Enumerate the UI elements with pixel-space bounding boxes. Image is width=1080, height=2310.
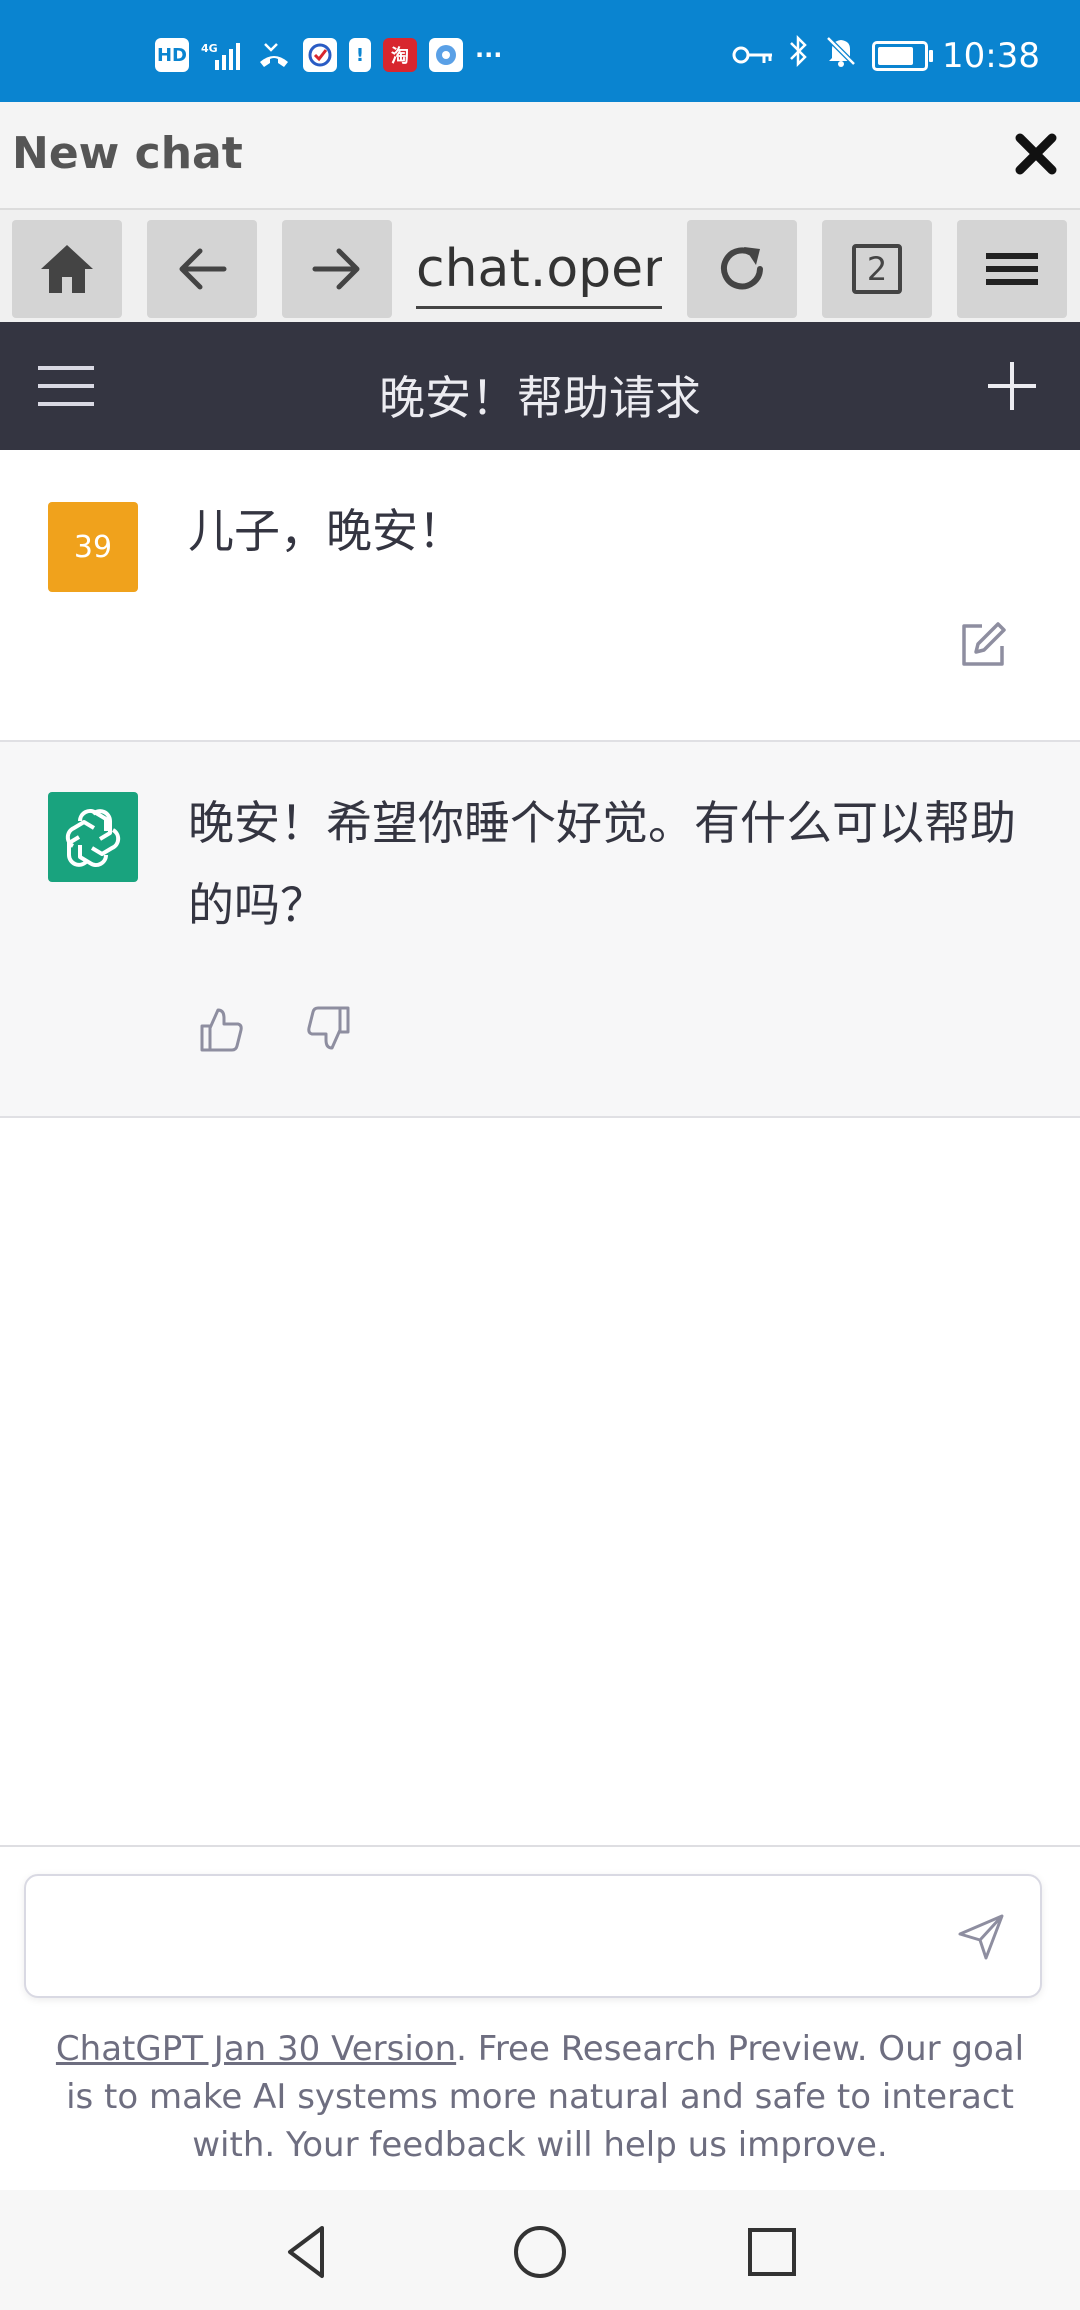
tab-count: 2: [852, 244, 902, 294]
status-time: 10:38: [942, 35, 1040, 76]
nav-home-button[interactable]: [510, 2222, 570, 2282]
chat-title: 晚安！帮助请求: [379, 371, 701, 425]
edit-icon: [962, 622, 1006, 666]
reload-icon: [721, 247, 763, 290]
mute-bell-icon: [824, 34, 858, 77]
composer-area: ChatGPT Jan 30 Version. Free Research Pr…: [0, 1845, 1080, 2192]
edit-message-button[interactable]: [958, 620, 1008, 670]
status-right-icons: 10:38: [732, 34, 1040, 77]
user-message-text: 儿子，晚安！: [188, 504, 464, 558]
forward-button[interactable]: [282, 220, 392, 318]
tab-title: New chat: [12, 128, 243, 179]
assistant-avatar: [48, 792, 138, 882]
status-left-icons: HD 4G ! 淘 ···: [155, 38, 502, 72]
close-tab-button[interactable]: [1006, 124, 1066, 184]
nav-recents-button[interactable]: [742, 2222, 802, 2282]
version-link[interactable]: ChatGPT Jan 30 Version: [56, 2029, 456, 2069]
app-icon: [303, 38, 337, 72]
battery-icon: [872, 40, 934, 71]
browser-toolbar: chat.open 2: [0, 210, 1080, 322]
thumbs-down-button[interactable]: [304, 1004, 354, 1054]
user-message: 39 儿子，晚安！: [0, 452, 1080, 742]
status-bar: HD 4G ! 淘 ··· 10:38: [0, 0, 1080, 102]
url-field[interactable]: chat.open: [416, 238, 662, 309]
arrow-left-icon: [179, 248, 227, 290]
new-chat-button[interactable]: [984, 358, 1040, 414]
home-button[interactable]: [12, 220, 122, 318]
nav-back-button[interactable]: [278, 2222, 338, 2282]
hd-icon: HD: [155, 38, 189, 72]
message-input-box: [24, 1874, 1042, 1998]
thumbs-down-icon: [307, 1006, 350, 1050]
footer-disclaimer: ChatGPT Jan 30 Version. Free Research Pr…: [40, 2025, 1040, 2169]
home-icon: [41, 245, 93, 293]
send-icon: [958, 1914, 1004, 1960]
plus-icon: [988, 362, 1036, 410]
circle-home-icon: [514, 2226, 566, 2278]
bluetooth-icon: [788, 34, 810, 77]
svg-text:4G: 4G: [201, 42, 218, 55]
close-icon: [1015, 133, 1057, 175]
back-button[interactable]: [147, 220, 257, 318]
4g-signal-icon: 4G: [201, 38, 245, 72]
send-button[interactable]: [956, 1912, 1006, 1962]
thumbs-up-button[interactable]: [196, 1004, 246, 1054]
square-recents-icon: [748, 2228, 796, 2276]
message-input[interactable]: [50, 1896, 954, 1976]
assistant-message: 晚安！希望你睡个好觉。有什么可以帮助的吗？: [0, 742, 1080, 1118]
missed-call-icon: [257, 38, 291, 72]
key-icon: [732, 36, 774, 76]
arrow-right-icon: [312, 248, 360, 290]
alert-icon: !: [349, 38, 371, 72]
more-notifications: ···: [475, 41, 503, 69]
browser-icon: [429, 38, 463, 72]
openai-logo-icon: [65, 809, 121, 867]
system-nav-bar: [0, 2190, 1080, 2310]
browser-title-bar: New chat: [0, 102, 1080, 210]
reload-button[interactable]: [687, 220, 797, 318]
app-header: 晚安！帮助请求: [0, 322, 1080, 450]
tabs-button[interactable]: 2: [822, 220, 932, 318]
browser-menu-button[interactable]: [957, 220, 1067, 318]
hamburger-icon: [986, 253, 1038, 285]
thumbs-up-icon: [200, 1008, 243, 1052]
triangle-back-icon: [288, 2226, 324, 2278]
taobao-icon: 淘: [383, 38, 417, 72]
assistant-message-text: 晚安！希望你睡个好觉。有什么可以帮助的吗？: [188, 796, 1016, 932]
user-avatar: 39: [48, 502, 138, 592]
